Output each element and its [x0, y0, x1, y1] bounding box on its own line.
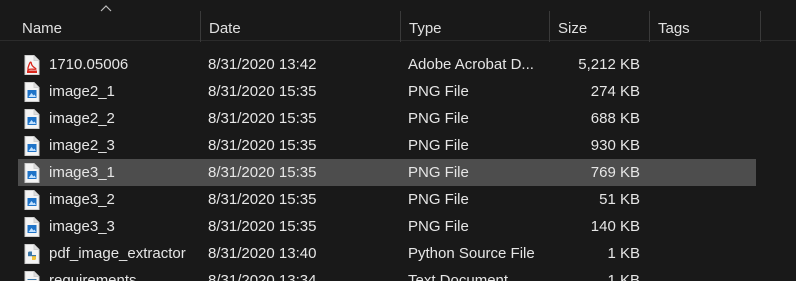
file-date: 8/31/2020 13:40	[208, 245, 317, 262]
column-header-tags[interactable]: Tags	[650, 11, 761, 42]
file-row[interactable]: image2_2 8/31/2020 15:35 PNG File 688 KB	[18, 105, 756, 132]
file-row-selected[interactable]: image3_1 8/31/2020 15:35 PNG File 769 KB	[18, 159, 756, 186]
file-row[interactable]: 1710.05006 8/31/2020 13:42 Adobe Acrobat…	[18, 51, 756, 78]
python-file-icon	[24, 244, 42, 264]
file-date: 8/31/2020 15:35	[208, 164, 317, 181]
file-size: 274 KB	[590, 83, 640, 100]
file-date: 8/31/2020 15:35	[208, 191, 317, 208]
file-type: PNG File	[408, 83, 469, 100]
file-date: 8/31/2020 15:35	[208, 110, 317, 127]
column-header-size[interactable]: Size	[550, 11, 650, 42]
file-size: 688 KB	[590, 110, 640, 127]
png-file-icon	[24, 109, 42, 129]
file-date: 8/31/2020 13:34	[208, 272, 317, 281]
column-header-date[interactable]: Date	[201, 11, 401, 42]
file-size: 5,212 KB	[578, 56, 640, 73]
file-type: Adobe Acrobat D...	[408, 56, 534, 73]
file-name: image2_3	[49, 137, 115, 154]
file-name: image3_3	[49, 218, 115, 235]
file-size: 1 KB	[607, 272, 640, 281]
file-name: image2_1	[49, 83, 115, 100]
file-name: 1710.05006	[49, 56, 129, 73]
png-file-icon	[24, 136, 42, 156]
file-name: image3_1	[49, 164, 115, 181]
column-header-name[interactable]: Name	[14, 11, 201, 42]
file-size: 1 KB	[607, 245, 640, 262]
file-type: PNG File	[408, 191, 469, 208]
file-name: image2_2	[49, 110, 115, 127]
png-file-icon	[24, 190, 42, 210]
file-size: 140 KB	[590, 218, 640, 235]
png-file-icon	[24, 82, 42, 102]
file-name: requirements	[49, 272, 137, 281]
file-size: 930 KB	[590, 137, 640, 154]
file-list: 1710.05006 8/31/2020 13:42 Adobe Acrobat…	[18, 51, 756, 281]
column-header-type[interactable]: Type	[401, 11, 550, 42]
file-type: Text Document	[408, 272, 509, 281]
column-header-bar: Name Date Type Size Tags	[0, 0, 796, 42]
file-date: 8/31/2020 15:35	[208, 218, 317, 235]
file-row[interactable]: image2_1 8/31/2020 15:35 PNG File 274 KB	[18, 78, 756, 105]
png-file-icon	[24, 217, 42, 237]
file-row[interactable]: image2_3 8/31/2020 15:35 PNG File 930 KB	[18, 132, 756, 159]
file-date: 8/31/2020 15:35	[208, 137, 317, 154]
file-type: PNG File	[408, 110, 469, 127]
file-name: pdf_image_extractor	[49, 245, 186, 262]
png-file-icon	[24, 163, 42, 183]
pdf-file-icon	[24, 55, 42, 75]
file-date: 8/31/2020 15:35	[208, 83, 317, 100]
file-type: PNG File	[408, 137, 469, 154]
file-date: 8/31/2020 13:42	[208, 56, 317, 73]
file-type: Python Source File	[408, 245, 535, 262]
file-row[interactable]: requirements 8/31/2020 13:34 Text Docume…	[18, 267, 756, 281]
file-row[interactable]: pdf_image_extractor 8/31/2020 13:40 Pyth…	[18, 240, 756, 267]
file-row[interactable]: image3_2 8/31/2020 15:35 PNG File 51 KB	[18, 186, 756, 213]
file-type: PNG File	[408, 164, 469, 181]
text-file-icon	[24, 271, 42, 281]
file-size: 769 KB	[590, 164, 640, 181]
file-size: 51 KB	[599, 191, 640, 208]
file-name: image3_2	[49, 191, 115, 208]
file-type: PNG File	[408, 218, 469, 235]
file-row[interactable]: image3_3 8/31/2020 15:35 PNG File 140 KB	[18, 213, 756, 240]
